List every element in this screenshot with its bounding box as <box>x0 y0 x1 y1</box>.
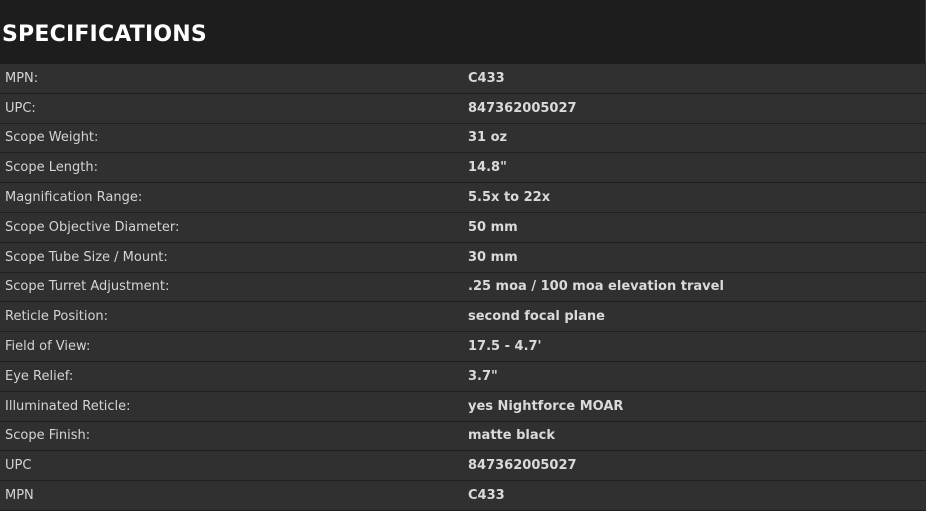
spec-value: C433 <box>463 480 926 511</box>
spec-row-mpn: MPN: C433 <box>0 63 926 94</box>
spec-label: UPC: <box>0 92 463 124</box>
spec-row-magnification-range: Magnification Range: 5.5x to 22x <box>0 182 926 213</box>
spec-value: second focal plane <box>463 301 926 333</box>
spec-value: 3.7" <box>463 360 926 392</box>
spec-value: 5.5x to 22x <box>463 182 926 213</box>
spec-row-scope-length: Scope Length: 14.8" <box>0 152 926 184</box>
spec-value: C433 <box>463 63 926 94</box>
spec-value: 50 mm <box>463 211 926 243</box>
spec-value: 30 mm <box>463 241 926 273</box>
spec-row-upc: UPC: 847362005027 <box>0 92 926 124</box>
spec-label: Scope Weight: <box>0 122 463 154</box>
spec-label: UPC <box>0 450 463 482</box>
spec-value: 847362005027 <box>463 450 926 482</box>
section-title: SPECIFICATIONS <box>2 22 207 47</box>
spec-row-eye-relief: Eye Relief: 3.7" <box>0 360 926 392</box>
spec-row-objective-diameter: Scope Objective Diameter: 50 mm <box>0 211 926 243</box>
spec-row-upc-repeat: UPC 847362005027 <box>0 450 926 482</box>
spec-label: Illuminated Reticle: <box>0 390 463 422</box>
spec-label: Scope Objective Diameter: <box>0 211 463 243</box>
spec-value: 17.5 - 4.7' <box>463 331 926 362</box>
specifications-table: MPN: C433 UPC: 847362005027 Scope Weight… <box>0 63 926 511</box>
specifications-panel: SPECIFICATIONS MPN: C433 UPC: 8473620050… <box>0 0 926 511</box>
spec-label: Scope Finish: <box>0 420 463 452</box>
spec-row-illuminated-reticle: Illuminated Reticle: yes Nightforce MOAR <box>0 390 926 422</box>
spec-value: matte black <box>463 420 926 452</box>
spec-label: Scope Tube Size / Mount: <box>0 241 463 273</box>
spec-label: Reticle Position: <box>0 301 463 333</box>
spec-label: MPN <box>0 480 463 511</box>
spec-row-scope-finish: Scope Finish: matte black <box>0 420 926 452</box>
spec-value: 847362005027 <box>463 92 926 124</box>
spec-row-turret-adjustment: Scope Turret Adjustment: .25 moa / 100 m… <box>0 271 926 303</box>
spec-label: MPN: <box>0 63 463 94</box>
spec-value: .25 moa / 100 moa elevation travel <box>463 271 926 303</box>
spec-row-reticle-position: Reticle Position: second focal plane <box>0 301 926 333</box>
spec-label: Scope Length: <box>0 152 463 184</box>
spec-value: yes Nightforce MOAR <box>463 390 926 422</box>
spec-value: 31 oz <box>463 122 926 154</box>
spec-row-tube-size: Scope Tube Size / Mount: 30 mm <box>0 241 926 273</box>
spec-label: Scope Turret Adjustment: <box>0 271 463 303</box>
spec-value: 14.8" <box>463 152 926 184</box>
spec-label: Eye Relief: <box>0 360 463 392</box>
spec-label: Magnification Range: <box>0 182 463 213</box>
spec-row-field-of-view: Field of View: 17.5 - 4.7' <box>0 331 926 362</box>
spec-label: Field of View: <box>0 331 463 362</box>
spec-row-mpn-repeat: MPN C433 <box>0 480 926 511</box>
spec-row-scope-weight: Scope Weight: 31 oz <box>0 122 926 154</box>
